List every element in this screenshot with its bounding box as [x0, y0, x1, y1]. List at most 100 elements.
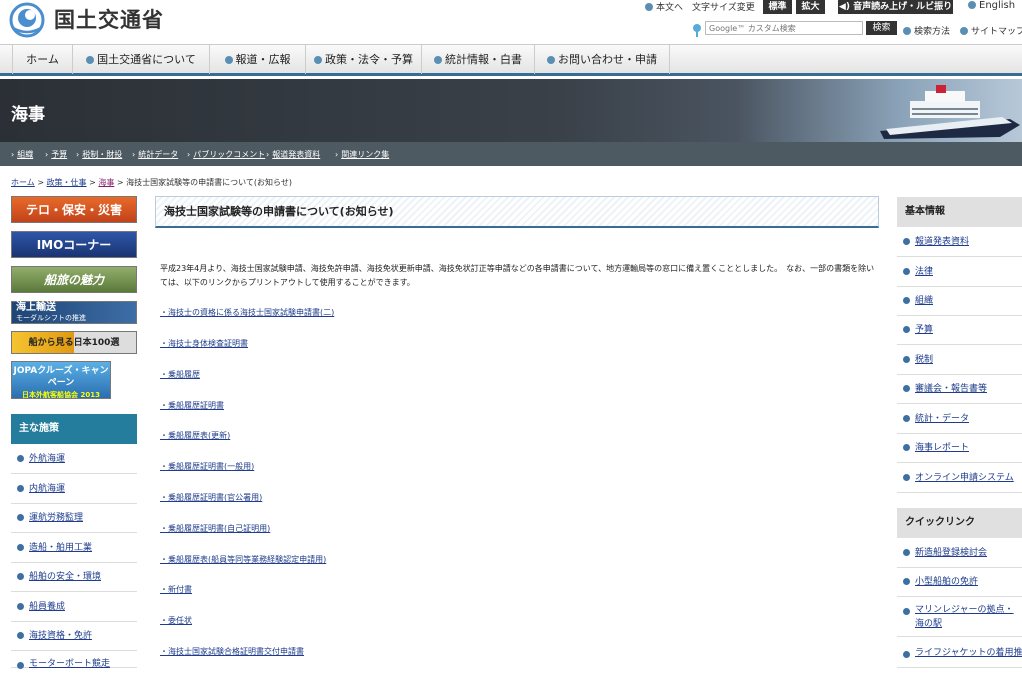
- left-menu-link[interactable]: 造船・舶用工業: [29, 543, 92, 553]
- left-menu-item[interactable]: 海技資格・免許: [11, 621, 137, 651]
- search-help-link[interactable]: 検索方法: [903, 24, 950, 37]
- nav-about[interactable]: 国土交通省について: [73, 45, 210, 74]
- subnav-organization[interactable]: 組織: [11, 149, 33, 160]
- search-button[interactable]: 検索: [866, 21, 897, 35]
- voice-reading-label: 音声読み上げ・ルビ振り: [853, 2, 953, 12]
- nav-press[interactable]: 報道・広報: [210, 45, 306, 74]
- breadcrumb-policy[interactable]: 政策・仕事: [47, 178, 87, 187]
- breadcrumb-kaiji[interactable]: 海事: [98, 178, 114, 187]
- doc-link[interactable]: ・海技士国家試験合格証明書交付申請書: [160, 646, 304, 657]
- doc-link[interactable]: ・乗船履歴: [160, 369, 200, 380]
- left-menu-link[interactable]: 船舶の安全・環境: [29, 572, 101, 582]
- nav-contact[interactable]: お問い合わせ・申請: [535, 45, 670, 74]
- left-menu-item[interactable]: 船員養成: [11, 592, 137, 622]
- left-menu-item[interactable]: 運航労務監理: [11, 503, 137, 533]
- right-basic-item[interactable]: 法律: [897, 257, 1022, 287]
- right-basic-link[interactable]: オンライン申請システム: [915, 473, 1014, 483]
- right-basic-link[interactable]: 審議会・報告書等: [915, 384, 987, 394]
- english-link[interactable]: English: [968, 0, 1015, 11]
- right-basic-link[interactable]: 報道発表資料: [915, 237, 969, 247]
- doc-link[interactable]: ・新付書: [160, 584, 192, 595]
- doc-link[interactable]: ・乗船履歴証明書(一般用): [160, 461, 254, 472]
- right-basic-link[interactable]: 予算: [915, 325, 933, 335]
- speaker-icon: ◀): [838, 2, 854, 12]
- nav-policy[interactable]: 政策・法令・予算: [306, 45, 422, 74]
- right-quick-item[interactable]: 小型船舶の免許: [897, 567, 1022, 597]
- nav-home[interactable]: ホーム: [12, 45, 73, 74]
- left-menu-link[interactable]: 海技資格・免許: [29, 631, 92, 641]
- right-basic-link[interactable]: 組織: [915, 296, 933, 306]
- font-enlarge-button[interactable]: 拡大: [796, 0, 825, 14]
- sitemap-label: サイトマップ: [971, 27, 1022, 37]
- right-quick-item[interactable]: 新造船登録検討会: [897, 538, 1022, 568]
- right-basic-item[interactable]: 報道発表資料: [897, 227, 1022, 257]
- doc-link[interactable]: ・委任状: [160, 615, 192, 626]
- breadcrumb-separator: >: [116, 178, 124, 187]
- right-quick-item[interactable]: ライフジャケットの着用推進: [897, 640, 1022, 668]
- bullet-icon: [547, 56, 555, 64]
- voice-reading-button[interactable]: ◀) 音声読み上げ・ルビ振り: [838, 0, 953, 14]
- right-basic-link[interactable]: 税制: [915, 355, 933, 365]
- left-menu-link[interactable]: 内航海運: [29, 484, 65, 494]
- right-quick-link[interactable]: 小型船舶の免許: [915, 577, 978, 587]
- font-standard-button[interactable]: 標準: [763, 0, 792, 14]
- skip-to-content-link[interactable]: 本文へ: [645, 0, 683, 13]
- skip-to-content-label: 本文へ: [656, 3, 684, 13]
- banner-cruise-appeal-label: 船旅の魅力: [43, 273, 104, 287]
- search-input[interactable]: [705, 21, 863, 35]
- banner-100-views[interactable]: 船から見る日本100選: [11, 331, 137, 354]
- nav-stats[interactable]: 統計情報・白書: [422, 45, 535, 74]
- doc-link[interactable]: ・海技士身体検査証明書: [160, 338, 248, 349]
- subnav-budget[interactable]: 予算: [45, 149, 67, 160]
- doc-link[interactable]: ・乗船履歴表(船員等同等業務経験認定申請用): [160, 554, 326, 565]
- right-basic-link[interactable]: 海事レポート: [915, 443, 969, 453]
- right-basic-item[interactable]: 統計・データ: [897, 404, 1022, 434]
- doc-link[interactable]: ・乗船履歴証明書: [160, 400, 224, 411]
- subnav-statistics[interactable]: 統計データ: [132, 149, 178, 160]
- right-quick-link[interactable]: 新造船登録検討会: [915, 548, 987, 558]
- banner-jopa-cruise[interactable]: JOPAクルーズ・キャンペーン 日本外航客船協会 2013: [11, 361, 111, 399]
- left-menu-item[interactable]: 内航海運: [11, 474, 137, 504]
- right-basic-item[interactable]: 海事レポート: [897, 433, 1022, 463]
- left-menu-item[interactable]: 造船・舶用工業: [11, 533, 137, 563]
- doc-link[interactable]: ・乗船履歴表(更新): [160, 430, 230, 441]
- left-menu-item[interactable]: モーターボート競走: [11, 651, 137, 669]
- breadcrumb-home[interactable]: ホーム: [11, 178, 35, 187]
- left-menu-item[interactable]: 船舶の安全・環境: [11, 562, 137, 592]
- right-basic-link[interactable]: 法律: [915, 267, 933, 277]
- mlit-logo-icon[interactable]: [9, 2, 45, 38]
- doc-link[interactable]: ・海技士の資格に係る海技士国家試験申請書(二): [160, 307, 334, 318]
- subnav-related-links[interactable]: 関連リンク集: [335, 149, 389, 160]
- subnav-press-releases[interactable]: 報道発表資料: [266, 149, 320, 160]
- left-menu-link[interactable]: 運航労務監理: [29, 513, 83, 523]
- left-menu-item[interactable]: 外航海運: [11, 444, 137, 474]
- right-basic-item[interactable]: オンライン申請システム: [897, 463, 1022, 493]
- banner-terror-security[interactable]: テロ・保安・災害: [11, 196, 137, 223]
- banner-maritime-transport[interactable]: 海上輸送 モーダルシフトの推進: [11, 301, 137, 324]
- site-logo-text[interactable]: 国土交通省: [54, 4, 164, 34]
- right-basic-link[interactable]: 統計・データ: [915, 414, 969, 424]
- banner-100-views-label: 船から見る日本100選: [28, 338, 120, 348]
- right-quick-link[interactable]: ライフジャケットの着用推進: [915, 648, 1022, 658]
- sitemap-link[interactable]: サイトマップ: [960, 24, 1022, 37]
- subnav-tax[interactable]: 税制・財投: [76, 149, 122, 160]
- banner-cruise-appeal[interactable]: 船旅の魅力: [11, 266, 137, 293]
- bullet-icon: [434, 56, 442, 64]
- left-menu-link[interactable]: 外航海運: [29, 454, 65, 464]
- right-basic-item[interactable]: 審議会・報告書等: [897, 374, 1022, 404]
- search-help-label: 検索方法: [914, 27, 951, 37]
- left-menu-title: 主な施策: [11, 414, 137, 444]
- bullet-icon: [314, 56, 322, 64]
- banner-imo-corner[interactable]: IMOコーナー: [11, 231, 137, 258]
- doc-link[interactable]: ・乗船履歴証明書(官公署用): [160, 492, 262, 503]
- font-size-label: 文字サイズ変更: [692, 3, 755, 13]
- right-basic-item[interactable]: 税制: [897, 345, 1022, 375]
- english-label: English: [979, 0, 1016, 11]
- right-quick-link[interactable]: マリンレジャーの拠点・海の駅: [915, 605, 1014, 629]
- right-quick-item[interactable]: マリンレジャーの拠点・海の駅: [897, 597, 1022, 637]
- right-basic-item[interactable]: 予算: [897, 315, 1022, 345]
- right-basic-item[interactable]: 組織: [897, 286, 1022, 316]
- left-menu-link[interactable]: 船員養成: [29, 602, 65, 612]
- doc-link[interactable]: ・乗船履歴証明書(自己証明用): [160, 523, 270, 534]
- subnav-public-comment[interactable]: パブリックコメント: [187, 149, 265, 160]
